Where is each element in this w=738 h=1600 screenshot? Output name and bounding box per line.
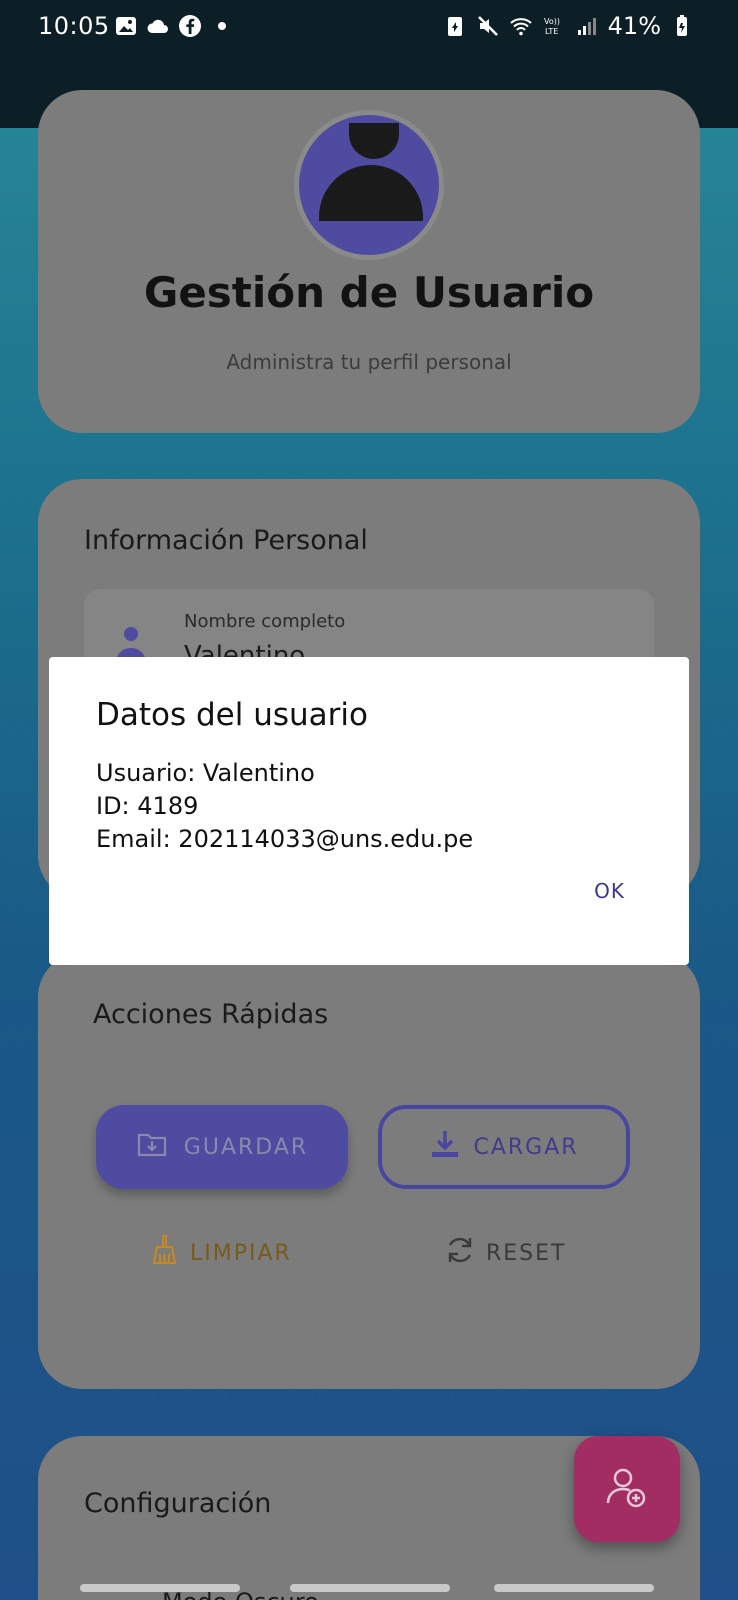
nav-home-pill[interactable] bbox=[290, 1584, 450, 1592]
svg-text:Vo)): Vo)) bbox=[544, 17, 560, 26]
status-time: 10:05 bbox=[38, 12, 110, 40]
ok-button[interactable]: OK bbox=[584, 873, 635, 909]
load-button[interactable]: CARGAR bbox=[378, 1105, 630, 1189]
avatar-body bbox=[319, 165, 423, 221]
notification-icons bbox=[114, 14, 234, 38]
cloud-icon bbox=[146, 14, 170, 38]
page-title: Gestión de Usuario bbox=[143, 268, 595, 317]
add-user-icon bbox=[603, 1463, 651, 1515]
folder-download-icon bbox=[136, 1128, 168, 1166]
refresh-icon bbox=[444, 1234, 476, 1272]
svg-text:LTE: LTE bbox=[545, 27, 558, 36]
full-name-label: Nombre completo bbox=[184, 611, 346, 632]
clear-button-label: LIMPIAR bbox=[190, 1240, 292, 1266]
user-data-dialog: Datos del usuario Usuario: Valentino ID:… bbox=[49, 657, 689, 965]
gallery-icon bbox=[114, 14, 138, 38]
save-button[interactable]: GUARDAR bbox=[96, 1105, 348, 1189]
quick-actions-card: Acciones Rápidas GUARDAR CARGAR LIMPIAR … bbox=[38, 953, 700, 1389]
nav-recent-pill[interactable] bbox=[80, 1584, 240, 1592]
dialog-title: Datos del usuario bbox=[96, 697, 368, 733]
avatar[interactable] bbox=[294, 110, 444, 260]
save-button-label: GUARDAR bbox=[183, 1134, 309, 1160]
download-icon bbox=[429, 1128, 461, 1166]
add-user-button[interactable] bbox=[574, 1436, 680, 1542]
clear-button[interactable]: LIMPIAR bbox=[148, 1225, 292, 1281]
reset-button-label: RESET bbox=[486, 1240, 567, 1266]
avatar-head bbox=[349, 123, 399, 159]
nav-back-pill[interactable] bbox=[494, 1584, 654, 1592]
load-button-label: CARGAR bbox=[473, 1134, 579, 1160]
dialog-id-line: ID: 4189 bbox=[96, 792, 199, 820]
broom-icon bbox=[148, 1234, 180, 1272]
battery-saver-icon bbox=[443, 14, 467, 38]
signal-icon bbox=[575, 14, 599, 38]
system-icons: Vo)) LTE 41% bbox=[443, 12, 694, 40]
profile-card: Gestión de Usuario Administra tu perfil … bbox=[38, 90, 700, 433]
battery-icon bbox=[670, 14, 694, 38]
personal-info-heading: Información Personal bbox=[84, 525, 368, 556]
dialog-email-line: Email: 202114033@uns.edu.pe bbox=[96, 825, 474, 853]
battery-percent: 41% bbox=[607, 12, 661, 40]
config-heading: Configuración bbox=[84, 1488, 272, 1519]
quick-actions-heading: Acciones Rápidas bbox=[93, 999, 329, 1030]
volte-icon: Vo)) LTE bbox=[542, 14, 566, 38]
navigation-bar bbox=[0, 1576, 738, 1600]
dialog-user-line: Usuario: Valentino bbox=[96, 759, 315, 787]
reset-button[interactable]: RESET bbox=[444, 1225, 567, 1281]
wifi-icon bbox=[509, 14, 533, 38]
page-subtitle: Administra tu perfil personal bbox=[226, 350, 512, 374]
mute-icon bbox=[476, 14, 500, 38]
dot-icon bbox=[210, 14, 234, 38]
facebook-icon bbox=[178, 14, 202, 38]
